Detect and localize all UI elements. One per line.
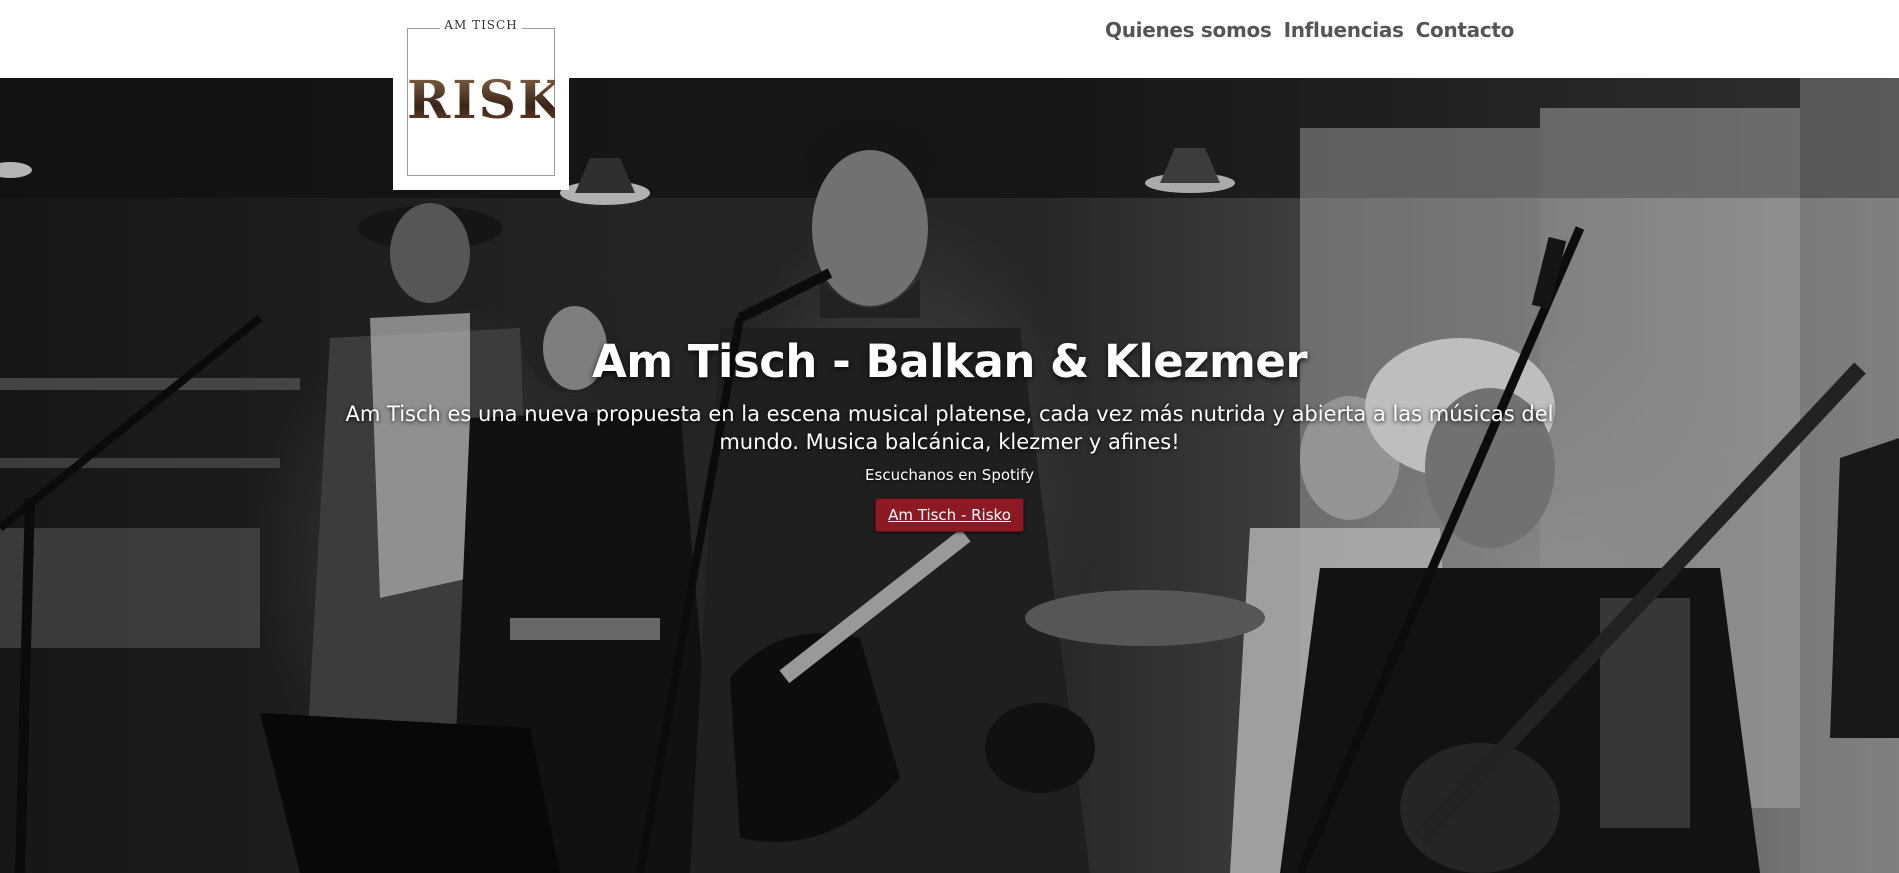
spotify-caption: Escuchanos en Spotify <box>865 466 1034 484</box>
logo-small-text: AM TISCH <box>440 18 522 32</box>
nav-link-contacto[interactable]: Contacto <box>1416 15 1515 45</box>
hero-description: Am Tisch es una nueva propuesta en la es… <box>345 402 1554 454</box>
spotify-album-button[interactable]: Am Tisch - Risko <box>875 498 1024 532</box>
top-navbar: Quienes somos Influencias Contacto <box>0 0 1899 78</box>
hero-content: Am Tisch - Balkan & Klezmer Am Tisch es … <box>0 335 1899 532</box>
nav-link-quienes-somos[interactable]: Quienes somos <box>1105 15 1272 45</box>
main-nav: Quienes somos Influencias Contacto <box>1105 15 1514 45</box>
nav-link-influencias[interactable]: Influencias <box>1284 15 1404 45</box>
hero-title: Am Tisch - Balkan & Klezmer <box>591 335 1308 388</box>
hero-section: Am Tisch - Balkan & Klezmer Am Tisch es … <box>0 78 1899 873</box>
site-logo[interactable]: AM TISCH RISKO <box>393 0 612 190</box>
logo-wordmark: RISKO <box>407 70 612 131</box>
